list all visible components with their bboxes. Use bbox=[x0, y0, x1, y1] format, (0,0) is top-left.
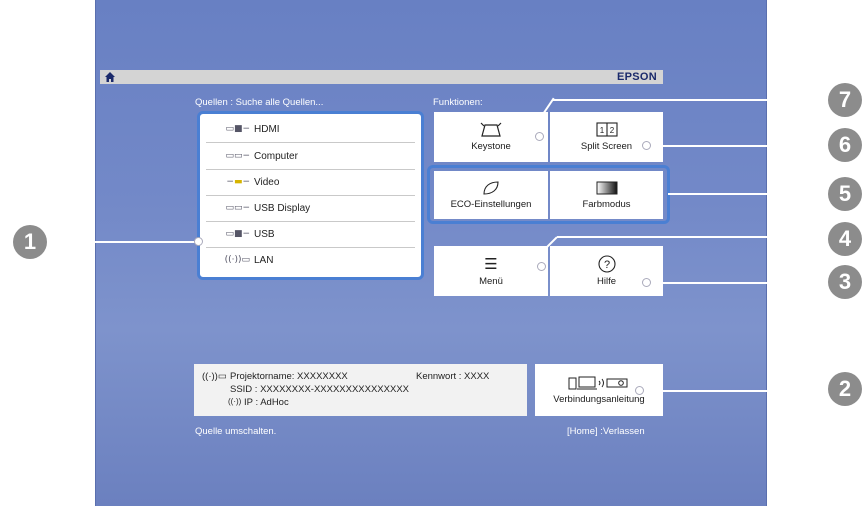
source-label: USB bbox=[254, 228, 275, 240]
projector-name: Projektorname: XXXXXXXX bbox=[230, 371, 348, 382]
status-right: [Home] :Verlassen bbox=[567, 426, 645, 437]
callout-line-6 bbox=[645, 145, 835, 147]
help-label: Hilfe bbox=[596, 276, 616, 287]
menu-label: Menü bbox=[479, 276, 503, 287]
source-label: LAN bbox=[254, 254, 274, 266]
color-mode-button[interactable]: Farbmodus bbox=[550, 171, 663, 219]
eco-settings-button[interactable]: ECO-Einstellungen bbox=[434, 171, 548, 219]
menu-list-icon: ☰ bbox=[484, 255, 498, 273]
split-screen-icon: 1 2 bbox=[595, 122, 618, 137]
brand-logo: EPSON bbox=[616, 71, 657, 83]
keystone-label: Keystone bbox=[471, 141, 511, 152]
help-icon: ? bbox=[597, 255, 616, 273]
split-screen-label: Split Screen bbox=[580, 141, 633, 152]
eco-settings-label: ECO-Einstellungen bbox=[450, 199, 532, 210]
split-screen-button[interactable]: 1 2 Split Screen bbox=[550, 112, 663, 162]
leaf-icon bbox=[483, 181, 499, 195]
source-item-usb-display[interactable]: ▭▭− USB Display bbox=[206, 195, 415, 222]
source-item-computer[interactable]: ▭▭− Computer bbox=[206, 143, 415, 170]
hdmi-icon: ▭■− bbox=[225, 124, 250, 134]
svg-text:1: 1 bbox=[599, 126, 604, 135]
source-item-hdmi[interactable]: ▭■− HDMI bbox=[206, 116, 415, 143]
callout-line-1 bbox=[40, 241, 198, 243]
color-mode-label: Farbmodus bbox=[582, 198, 631, 210]
lan-icon: ((·))▭ bbox=[224, 255, 250, 265]
ssid-text: SSID : XXXXXXXX-XXXXXXXXXXXXXXX bbox=[230, 384, 409, 395]
callout-dot-3 bbox=[642, 278, 651, 287]
status-left: Quelle umschalten. bbox=[195, 426, 277, 437]
callout-line-5 bbox=[668, 193, 838, 195]
home-icon[interactable] bbox=[104, 71, 116, 83]
callout-line-4b bbox=[557, 236, 837, 238]
callout-dot-2 bbox=[635, 386, 644, 395]
usb-icon: ▭■− bbox=[225, 229, 250, 239]
callout-line-3 bbox=[645, 282, 835, 284]
wireless-icon: ((·)) bbox=[228, 397, 242, 406]
callout-line-2 bbox=[638, 390, 838, 392]
computer-icon: ▭▭− bbox=[225, 151, 250, 161]
source-item-video[interactable]: −▬− Video bbox=[206, 169, 415, 196]
callout-badge-4: 4 bbox=[828, 222, 862, 256]
network-icon: ((·))▭ bbox=[202, 371, 227, 382]
source-label: Computer bbox=[254, 150, 298, 162]
keystone-icon bbox=[480, 122, 502, 137]
source-item-usb[interactable]: ▭■− USB bbox=[206, 221, 415, 248]
connection-guide-label: Verbindungsanleitung bbox=[553, 394, 645, 405]
color-mode-icon bbox=[596, 181, 617, 194]
callout-dot-1 bbox=[194, 237, 203, 246]
sources-title: Quellen : Suche alle Quellen... bbox=[195, 97, 324, 108]
keystone-button[interactable]: Keystone bbox=[434, 112, 548, 162]
source-label: Video bbox=[254, 176, 280, 188]
help-button[interactable]: ? Hilfe bbox=[550, 246, 663, 296]
top-bar: EPSON bbox=[100, 70, 663, 84]
source-list: ▭■− HDMI ▭▭− Computer −▬− Video ▭▭− USB … bbox=[197, 111, 424, 280]
svg-text:2: 2 bbox=[609, 126, 614, 135]
menu-button[interactable]: ☰ Menü bbox=[434, 246, 548, 296]
source-label: HDMI bbox=[254, 123, 280, 135]
callout-dot-7 bbox=[535, 132, 544, 141]
callout-badge-6: 6 bbox=[828, 128, 862, 162]
callout-badge-3: 3 bbox=[828, 265, 862, 299]
callout-badge-1: 1 bbox=[13, 225, 47, 259]
callout-badge-2: 2 bbox=[828, 372, 862, 406]
source-item-lan[interactable]: ((·))▭ LAN bbox=[206, 247, 415, 273]
source-label: USB Display bbox=[254, 202, 311, 214]
usb-display-icon: ▭▭− bbox=[225, 203, 250, 213]
callout-badge-5: 5 bbox=[828, 177, 862, 211]
ip-text: IP : AdHoc bbox=[244, 397, 289, 408]
svg-text:?: ? bbox=[603, 259, 609, 271]
password-text: Kennwort : XXXX bbox=[416, 371, 490, 382]
callout-badge-7: 7 bbox=[828, 83, 862, 117]
functions-title: Funktionen: bbox=[433, 97, 483, 108]
connection-icon bbox=[568, 376, 628, 390]
video-icon: −▬− bbox=[226, 177, 250, 187]
network-info-panel: ((·))▭ Projektorname: XXXXXXXX Kennwort … bbox=[194, 364, 527, 416]
callout-line-7b bbox=[552, 99, 837, 101]
callout-dot-4 bbox=[537, 262, 546, 271]
callout-dot-6 bbox=[642, 141, 651, 150]
